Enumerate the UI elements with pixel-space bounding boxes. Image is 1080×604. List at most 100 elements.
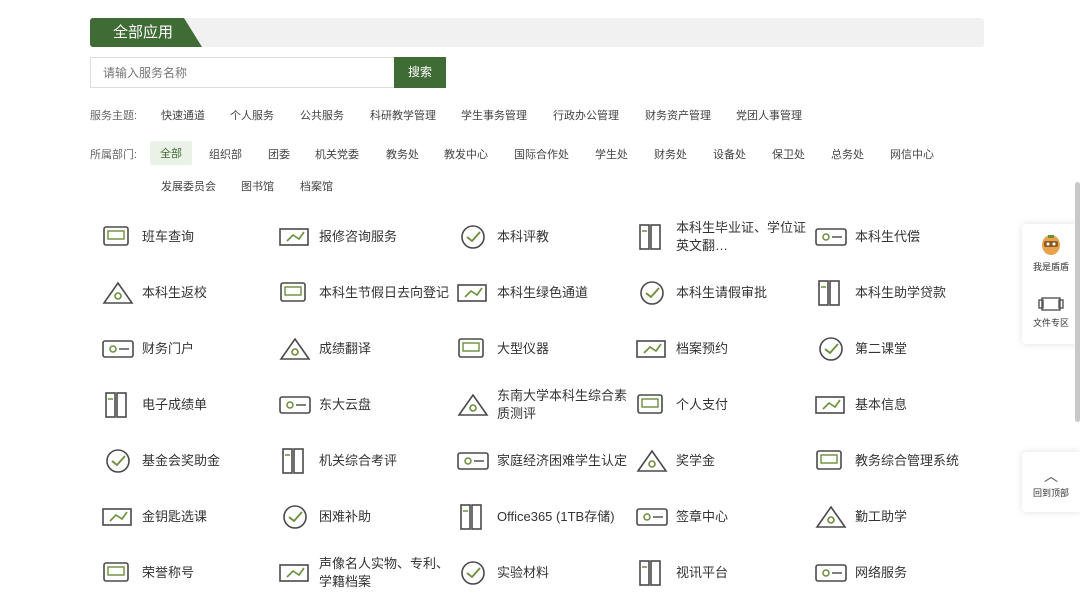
app-item[interactable]: 勤工助学 (813, 495, 983, 539)
app-item[interactable]: 大型仪器 (455, 327, 625, 371)
dept-item[interactable]: 档案馆 (300, 178, 333, 194)
app-label: 东南大学本科生综合素质测评 (497, 388, 628, 421)
app-item[interactable]: 视讯平台 (634, 551, 804, 595)
app-item[interactable]: 奖学金 (634, 439, 804, 483)
work-study-icon (813, 501, 849, 533)
app-item[interactable]: 档案预约 (634, 327, 804, 371)
app-item[interactable]: 本科生代偿 (813, 215, 983, 259)
dept-item[interactable]: 全部 (150, 141, 192, 165)
section-header: 全部应用 (90, 18, 984, 47)
app-item[interactable]: 个人支付 (634, 383, 804, 427)
app-label: 实验材料 (497, 565, 550, 580)
dept-item[interactable]: 发展委员会 (161, 178, 216, 194)
app-item[interactable]: 第二课堂 (813, 327, 983, 371)
app-item[interactable]: 本科生毕业证、学位证英文翻… (634, 215, 806, 259)
app-label: 东大云盘 (319, 397, 372, 412)
app-label: 荣誉称号 (142, 565, 195, 580)
theme-item[interactable]: 党团人事管理 (736, 107, 802, 123)
file-zone-button[interactable]: 文件专区 (1022, 294, 1080, 329)
archive-booking-icon (634, 333, 670, 365)
app-label: 视讯平台 (676, 565, 729, 580)
theme-item[interactable]: 个人服务 (230, 107, 274, 123)
app-item[interactable]: Office365 (1TB存储) (455, 495, 625, 539)
dept-item[interactable]: 教发中心 (444, 146, 488, 162)
search-button[interactable]: 搜索 (394, 57, 446, 88)
app-item[interactable]: 声像名人实物、专利、学籍档案 (277, 551, 449, 595)
e-transcript-icon (100, 389, 136, 421)
app-item[interactable]: 签章中心 (634, 495, 804, 539)
app-item[interactable]: 基金会奖助金 (100, 439, 270, 483)
office365-icon (455, 501, 491, 533)
office-assessment-icon (277, 445, 313, 477)
app-item[interactable]: 东南大学本科生综合素质测评 (455, 383, 628, 427)
app-label: 奖学金 (676, 453, 716, 468)
app-label: 勤工助学 (855, 509, 908, 524)
app-item[interactable]: 困难补助 (277, 495, 447, 539)
dept-item[interactable]: 团委 (268, 146, 290, 162)
dept-item[interactable]: 教务处 (386, 146, 419, 162)
foundation-icon (100, 445, 136, 477)
app-item[interactable]: 金钥匙选课 (100, 495, 270, 539)
app-label: 本科生返校 (142, 285, 208, 300)
scholarship-icon (634, 445, 670, 477)
back-to-top-button[interactable]: ︿ 回到顶部 (1022, 452, 1080, 512)
grade-translation-icon (277, 333, 313, 365)
app-item[interactable]: 荣誉称号 (100, 551, 270, 595)
quality-assessment-icon (455, 389, 491, 421)
dept-item[interactable]: 网信中心 (890, 146, 934, 162)
theme-item[interactable]: 行政办公管理 (553, 107, 619, 123)
archive-icon (277, 557, 313, 589)
app-item[interactable]: 教务综合管理系统 (813, 439, 983, 483)
page-title: 全部应用 (90, 18, 202, 47)
app-item[interactable]: 电子成绩单 (100, 383, 270, 427)
app-item[interactable]: 班车查询 (100, 215, 270, 259)
theme-item[interactable]: 快速通道 (161, 107, 205, 123)
theme-item[interactable]: 科研教学管理 (370, 107, 436, 123)
app-label: 本科生代偿 (855, 229, 921, 244)
theme-item[interactable]: 学生事务管理 (461, 107, 527, 123)
shield-label: 我是盾盾 (1032, 262, 1069, 272)
app-item[interactable]: 实验材料 (455, 551, 625, 595)
app-item[interactable]: 基本信息 (813, 383, 983, 427)
app-label: 教务综合管理系统 (855, 453, 960, 468)
app-item[interactable]: 本科生助学贷款 (813, 271, 983, 315)
search-input[interactable] (90, 57, 394, 88)
app-item[interactable]: 本科评教 (455, 215, 625, 259)
app-item[interactable]: 本科生返校 (100, 271, 270, 315)
app-item[interactable]: 机关综合考评 (277, 439, 447, 483)
app-item[interactable]: 本科生请假审批 (634, 271, 804, 315)
dept-item[interactable]: 财务处 (654, 146, 687, 162)
app-label: 大型仪器 (497, 341, 550, 356)
dept-item[interactable]: 保卫处 (772, 146, 805, 162)
shield-mascot-button[interactable]: 我是盾盾 (1022, 232, 1080, 273)
app-item[interactable]: 东大云盘 (277, 383, 447, 427)
app-item[interactable]: 本科生绿色通道 (455, 271, 625, 315)
leave-approval-icon (634, 277, 670, 309)
teaching-evaluation-icon (455, 221, 491, 253)
dept-item[interactable]: 组织部 (209, 146, 242, 162)
app-item[interactable]: 财务门户 (100, 327, 270, 371)
app-item[interactable]: 成绩翻译 (277, 327, 447, 371)
files-label: 文件专区 (1032, 318, 1069, 328)
dept-item[interactable]: 学生处 (595, 146, 628, 162)
honor-icon (100, 557, 136, 589)
app-item[interactable]: 家庭经济困难学生认定 (455, 439, 627, 483)
app-label: Office365 (1TB存储) (497, 509, 615, 524)
dept-item[interactable]: 国际合作处 (514, 146, 569, 162)
dept-item[interactable]: 图书馆 (241, 178, 274, 194)
green-channel-icon (455, 277, 491, 309)
instrument-icon (455, 333, 491, 365)
mascot-icon (1042, 235, 1060, 255)
bus-query-icon (100, 221, 136, 253)
theme-item[interactable]: 公共服务 (300, 107, 344, 123)
app-item[interactable]: 网络服务 (813, 551, 983, 595)
dept-item[interactable]: 机关党委 (315, 146, 359, 162)
theme-item[interactable]: 财务资产管理 (645, 107, 711, 123)
app-item[interactable]: 本科生节假日去向登记 (277, 271, 449, 315)
dept-item[interactable]: 设备处 (713, 146, 746, 162)
app-item[interactable]: 报修咨询服务 (277, 215, 447, 259)
app-label: 电子成绩单 (142, 397, 208, 412)
scrollbar[interactable] (1075, 182, 1080, 422)
dept-item[interactable]: 总务处 (831, 146, 864, 162)
lab-material-icon (455, 557, 491, 589)
